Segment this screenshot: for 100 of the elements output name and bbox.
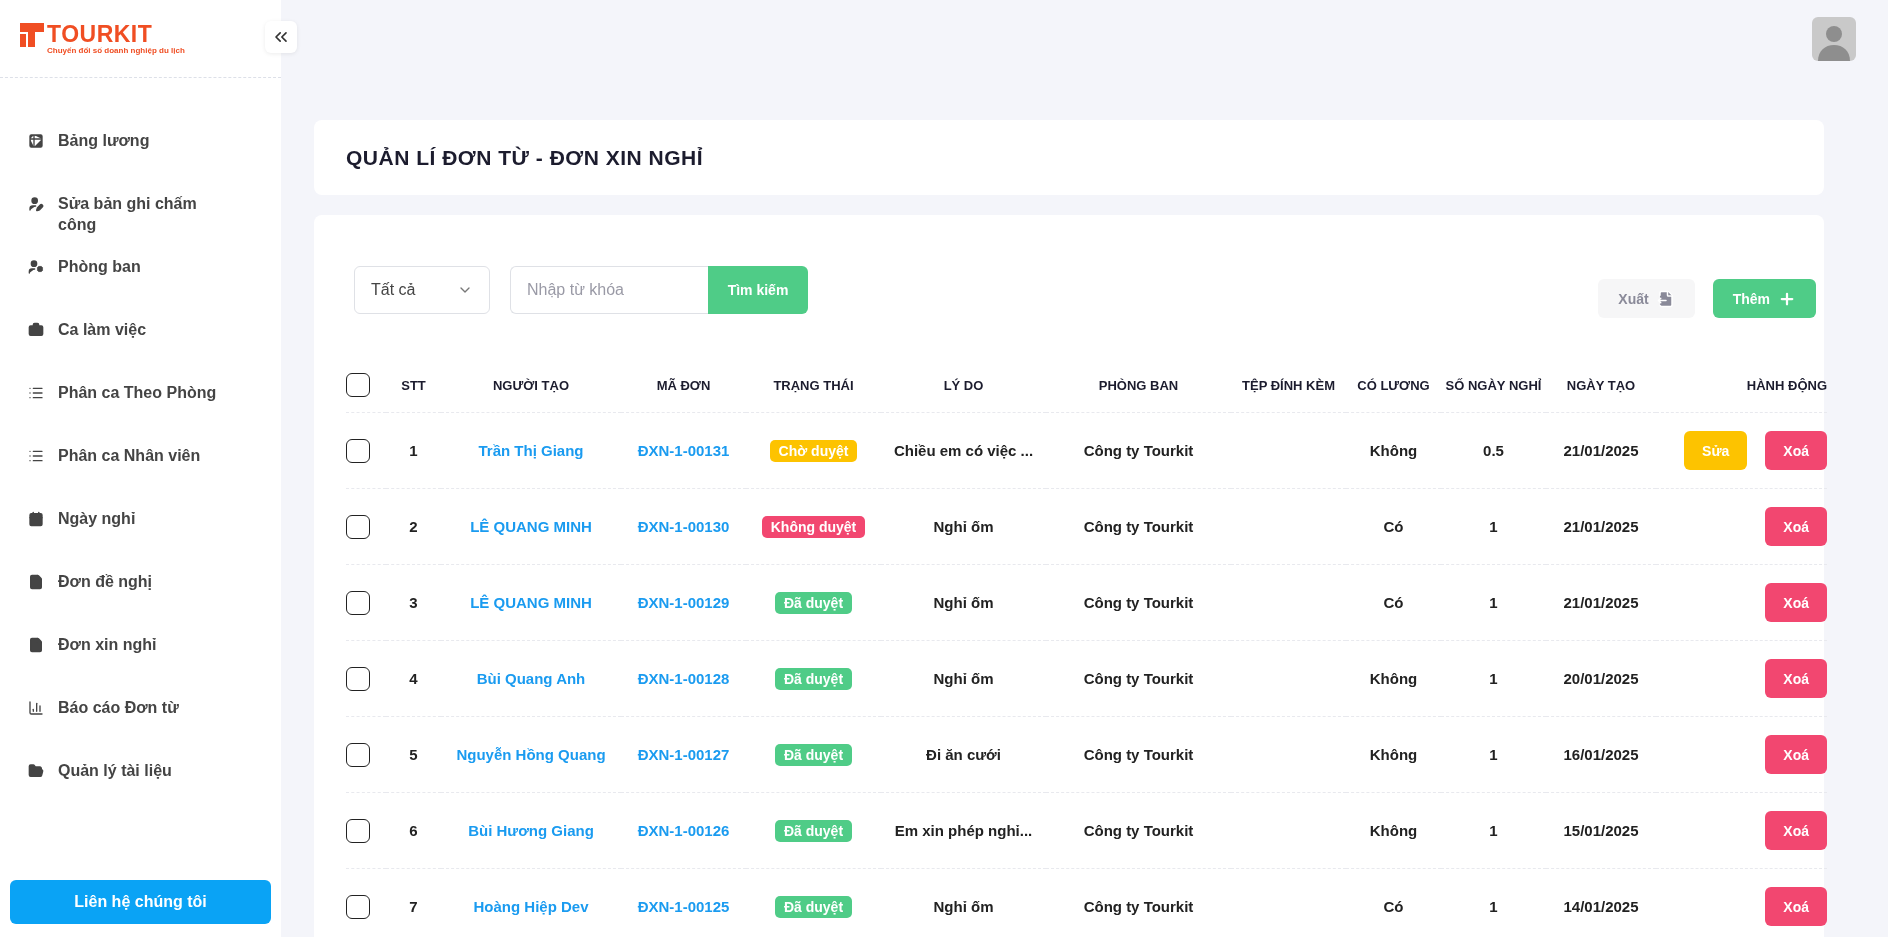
status-badge: Chờ duyệt [769, 439, 858, 462]
row-checkbox[interactable] [346, 894, 370, 919]
code-link[interactable]: ĐXN-1-00125 [637, 898, 730, 915]
delete-button[interactable]: Xoá [1765, 887, 1827, 926]
folder-icon [28, 763, 44, 779]
sidebar-item[interactable]: Báo cáo Đơn từ [0, 697, 281, 760]
sidebar-item[interactable]: Bảng lương [0, 130, 281, 193]
table-cell: Công ty Tourkit [1083, 746, 1194, 763]
delete-button[interactable]: Xoá [1765, 735, 1827, 774]
creator-link[interactable]: Trần Thị Giang [478, 442, 584, 459]
briefcase-icon [28, 322, 44, 338]
code-link[interactable]: ĐXN-1-00126 [637, 822, 730, 839]
code-link[interactable]: ĐXN-1-00128 [637, 670, 730, 687]
creator-link[interactable]: Bùi Quang Anh [476, 670, 586, 687]
table-cell: 21/01/2025 [1563, 442, 1639, 459]
search-field[interactable]: Nhập từ khóa [510, 265, 708, 314]
status-badge: Không duyệt [761, 515, 866, 538]
contact-button[interactable]: Liên hệ chúng tôi [10, 880, 271, 924]
page-title: QUẢN LÍ ĐƠN TỪ - ĐƠN XIN NGHỈ [346, 145, 704, 170]
table-cell: Công ty Tourkit [1083, 898, 1194, 915]
sidebar-item[interactable]: Phân ca Theo Phòng [0, 382, 281, 445]
table-cell: 1 [1489, 746, 1498, 763]
row-checkbox[interactable] [346, 590, 370, 615]
delete-button[interactable]: Xoá [1765, 583, 1827, 622]
sidebar-item[interactable]: Ngày nghỉ [0, 508, 281, 571]
table-cell: 14/01/2025 [1563, 898, 1639, 915]
calendar-icon [28, 511, 44, 527]
creator-link[interactable]: LÊ QUANG MINH [470, 594, 592, 611]
code-link[interactable]: ĐXN-1-00129 [637, 594, 730, 611]
creator-link[interactable]: Bùi Hương Giang [468, 822, 594, 839]
table-cell: 21/01/2025 [1563, 594, 1639, 611]
status-badge: Đã duyệt [774, 743, 853, 766]
delete-button[interactable]: Xoá [1765, 811, 1827, 850]
creator-link[interactable]: LÊ QUANG MINH [470, 518, 592, 535]
row-checkbox[interactable] [346, 818, 370, 843]
column-header: TRẠNG THÁI [773, 377, 854, 393]
row-checkbox[interactable] [346, 438, 370, 463]
table-cell: Có [1383, 898, 1404, 915]
sidebar-item[interactable]: Phòng ban [0, 256, 281, 319]
row-checkbox[interactable] [346, 666, 370, 691]
column-header: STT [401, 377, 426, 393]
table-cell: Nghỉ ốm [933, 518, 994, 535]
bar-chart-icon [28, 700, 44, 716]
sidebar-item[interactable]: Ca làm việc [0, 319, 281, 382]
sidebar-item[interactable]: Phân ca Nhân viên [0, 445, 281, 508]
export-icon [1656, 289, 1675, 308]
column-header: SỐ NGÀY NGHỈ [1445, 377, 1542, 393]
sidebar-item[interactable]: Quản lý tài liệu [0, 760, 281, 823]
delete-button[interactable]: Xoá [1765, 431, 1827, 470]
table-cell: Nghỉ ốm [933, 898, 994, 915]
status-badge: Đã duyệt [774, 895, 853, 918]
row-checkbox[interactable] [346, 742, 370, 767]
column-header: CÓ LƯƠNG [1357, 377, 1430, 393]
table-cell: 6 [409, 822, 418, 839]
table-cell: 2 [409, 518, 418, 535]
code-link[interactable]: ĐXN-1-00127 [637, 746, 730, 763]
code-link[interactable]: ĐXN-1-00130 [637, 518, 730, 535]
add-button[interactable]: Thêm [1712, 279, 1816, 318]
table-cell: Chiều em có việc ... [893, 442, 1034, 459]
file-icon [28, 574, 44, 590]
table-cell: 1 [1489, 518, 1498, 535]
table-cell: Công ty Tourkit [1083, 518, 1194, 535]
logo-tagline: Chuyển đổi số doanh nghiệp du lịch [47, 45, 185, 55]
table-cell: 16/01/2025 [1563, 746, 1639, 763]
table-cell: Đi ăn cưới [926, 746, 1001, 763]
column-header: LÝ DO [943, 377, 984, 393]
sidebar-item[interactable]: Đơn xin nghỉ [0, 634, 281, 697]
table-cell: Công ty Tourkit [1083, 670, 1194, 687]
user-pen-icon [28, 196, 44, 212]
table-cell: Công ty Tourkit [1083, 822, 1194, 839]
table-cell: 0.5 [1483, 442, 1504, 459]
users-icon [28, 259, 44, 275]
table-cell: Nghỉ ốm [933, 594, 994, 611]
table-cell: 1 [1489, 822, 1498, 839]
table-cell: 1 [409, 442, 418, 459]
column-header: PHÒNG BAN [1098, 377, 1179, 393]
list-icon [28, 385, 44, 401]
collapse-sidebar-button[interactable] [265, 21, 297, 53]
creator-link[interactable]: Hoàng Hiệp Dev [473, 898, 589, 915]
logo-icon [20, 22, 44, 47]
table-cell: Nghỉ ốm [933, 670, 994, 687]
table-cell: Công ty Tourkit [1083, 594, 1194, 611]
sidebar-item[interactable]: Sửa bản ghi chấm công [0, 193, 281, 256]
table-cell: 7 [409, 898, 418, 915]
row-checkbox[interactable] [346, 514, 370, 539]
logo-name: TOURKIT [47, 22, 154, 46]
table-cell: 5 [409, 746, 418, 763]
table-cell: 1 [1489, 670, 1498, 687]
delete-button[interactable]: Xoá [1765, 507, 1827, 546]
sidebar-item[interactable]: Đơn đề nghị [0, 571, 281, 634]
status-badge: Đã duyệt [774, 591, 853, 614]
code-link[interactable]: ĐXN-1-00131 [637, 442, 730, 459]
select-all-checkbox[interactable] [346, 373, 370, 397]
column-header: NGƯỜI TẠO [492, 377, 569, 393]
status-select[interactable]: Tất cả [354, 265, 490, 314]
search-button[interactable]: Tìm kiếm [708, 265, 808, 314]
table-cell: 15/01/2025 [1563, 822, 1639, 839]
delete-button[interactable]: Xoá [1765, 659, 1827, 698]
creator-link[interactable]: Nguyễn Hồng Quang [456, 746, 606, 763]
export-button[interactable]: Xuất [1598, 279, 1695, 318]
